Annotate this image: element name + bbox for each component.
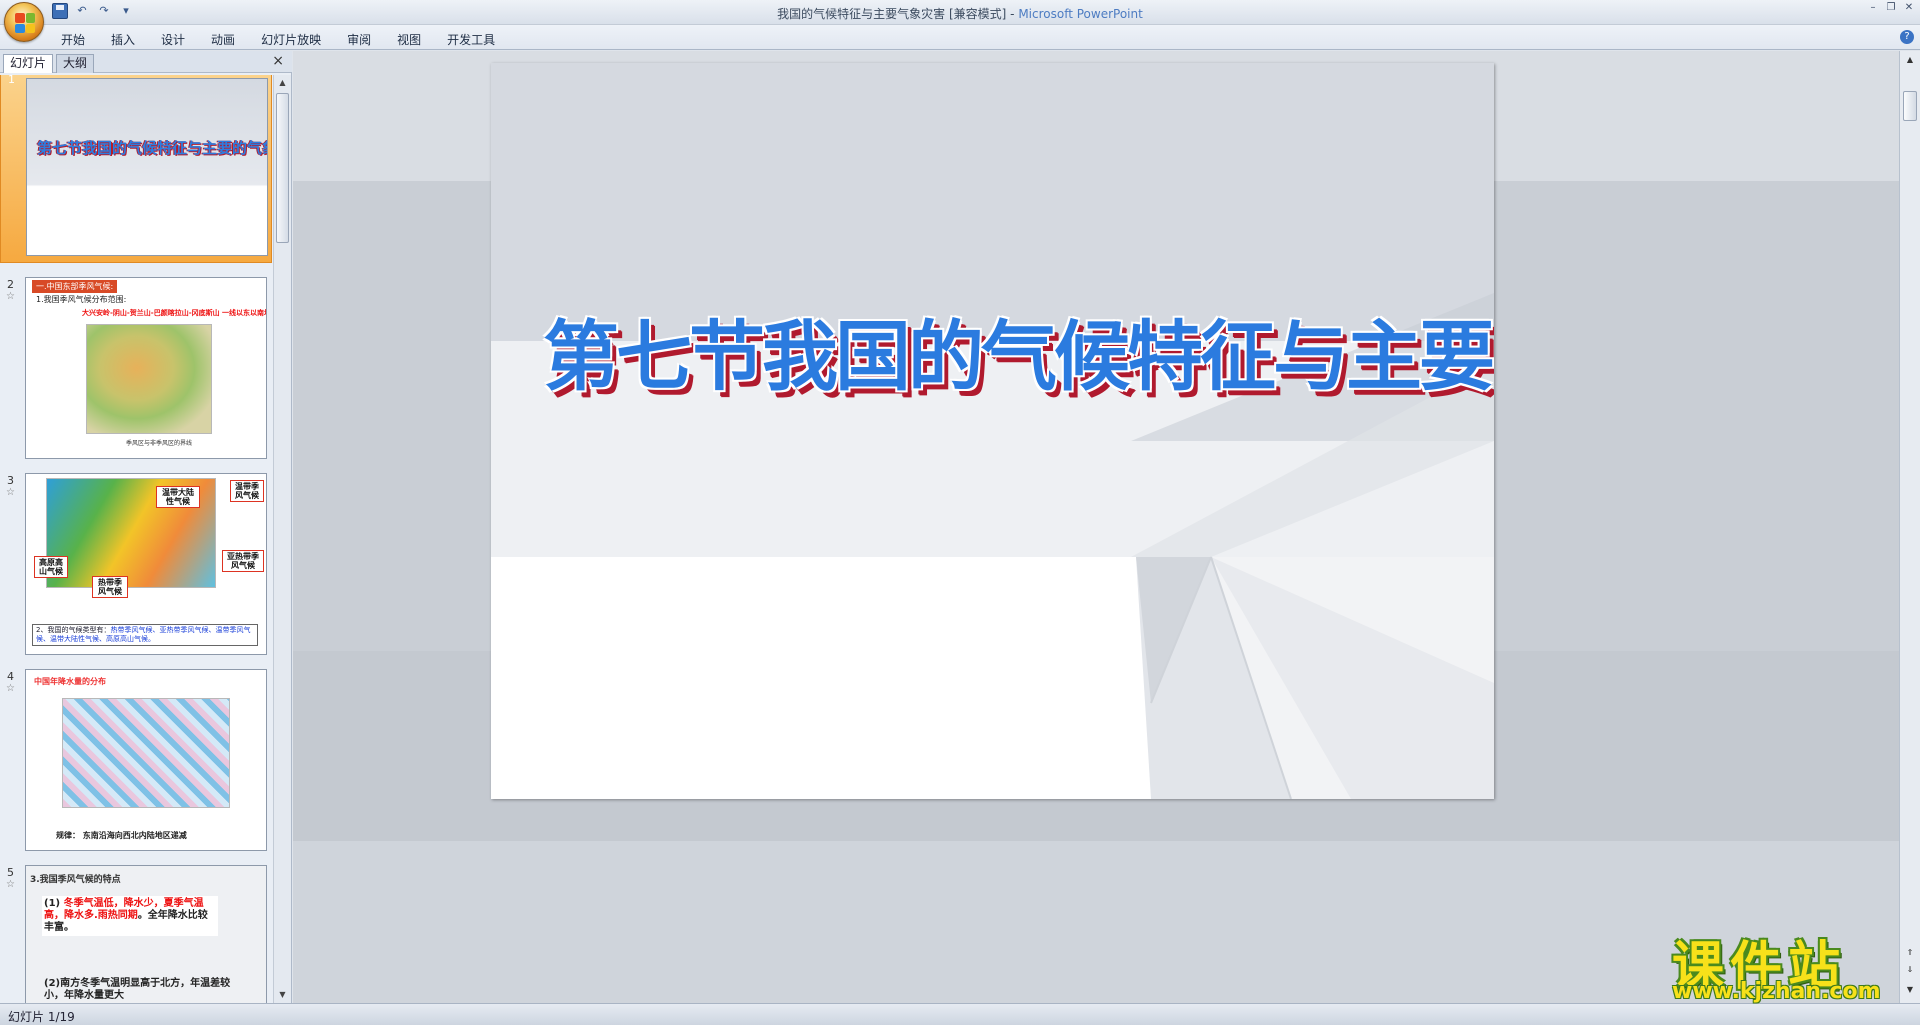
application-name: Microsoft PowerPoint <box>1018 7 1143 21</box>
map-label: 温带季风气候 <box>230 480 264 502</box>
slide-number: 4 <box>7 670 14 683</box>
map-label: 高原高山气候 <box>34 556 68 578</box>
slide-number: 2 <box>7 278 14 291</box>
tab-design[interactable]: 设计 <box>148 29 198 50</box>
watermark-logo: 课件站 www.kjzhan.com <box>1668 924 1900 1006</box>
restore-icon[interactable]: ❐ <box>1884 2 1898 14</box>
animation-star-icon: ☆ <box>6 879 15 890</box>
watermark-url: www.kjzhan.com <box>1672 979 1881 1004</box>
section-header: 一.中国东部季风气候: <box>32 280 118 293</box>
slide-number: 5 <box>7 866 14 879</box>
slide-number: 1 <box>8 75 15 86</box>
slide-background <box>27 79 267 255</box>
scrollbar-thumb[interactable] <box>276 93 289 243</box>
slide-thumbnail-1[interactable]: 1 第七节我国的气候特征与主要的气象灾害 <box>0 75 272 263</box>
text-span: 2、我国的气候类型有： <box>36 626 111 634</box>
scrollbar-thumb[interactable] <box>1903 91 1917 121</box>
previous-slide-icon[interactable]: ⇑ <box>1903 946 1917 960</box>
slide-thumbnail-2[interactable]: 2 ☆ 一.中国东部季风气候: 1.我国季风气候分布范围: 大兴安岭-阴山-贺兰… <box>0 275 272 461</box>
scroll-up-icon[interactable]: ▲ <box>1903 53 1917 67</box>
thumbnail-text: (2)南方冬季气温明显高于北方，年温差较小，年降水量更大 <box>44 978 231 1001</box>
office-logo-icon <box>15 13 35 33</box>
slides-panel: 幻灯片 大纲 × 1 第七节我国的气候特征与主要的气象灾害 2 ☆ 一.中国东部… <box>0 51 292 1003</box>
ribbon-tabs: 开始 插入 设计 动画 幻灯片放映 审阅 视图 开发工具 <box>48 29 508 50</box>
document-title: 我国的气候特征与主要气象灾害 [兼容模式] <box>777 7 1007 21</box>
scroll-down-icon[interactable]: ▼ <box>1903 983 1917 997</box>
slide-counter: 幻灯片 1/19 <box>8 1010 75 1024</box>
tab-view[interactable]: 视图 <box>384 29 434 50</box>
tab-slides[interactable]: 幻灯片 <box>3 54 54 73</box>
slide-preview: 3.我国季风气候的特点 (1) 冬季气温低，降水少，夏季气温高，降水多.雨热同期… <box>25 865 267 1003</box>
window-title: 我国的气候特征与主要气象灾害 [兼容模式] - Microsoft PowerP… <box>0 5 1920 22</box>
window-controls: – ❐ ✕ <box>1866 2 1916 14</box>
slide-preview: 一.中国东部季风气候: 1.我国季风气候分布范围: 大兴安岭-阴山-贺兰山-巴颜… <box>25 277 267 459</box>
tab-insert[interactable]: 插入 <box>98 29 148 50</box>
slide-preview: 中国年降水量的分布 规律： 东南沿海向西北内陆地区递减 <box>25 669 267 851</box>
precipitation-map-image <box>62 698 230 808</box>
ribbon: 开始 插入 设计 动画 幻灯片放映 审阅 视图 开发工具 ? <box>0 25 1920 50</box>
help-icon[interactable]: ? <box>1900 30 1914 44</box>
slide-thumbnail-4[interactable]: 4 ☆ 中国年降水量的分布 规律： 东南沿海向西北内陆地区递减 <box>0 667 272 853</box>
thumbnail-title: 中国年降水量的分布 <box>34 677 106 686</box>
thumbnail-text: 2、我国的气候类型有：热带季风气候、亚热带季风气候、温带季风气候、温带大陆性气候… <box>32 624 258 646</box>
slide-preview: 第七节我国的气候特征与主要的气象灾害 <box>26 78 268 256</box>
slide-editor: 第七节我国的气候特征与主要的气象灾害 <box>293 51 1899 1003</box>
editor-scrollbar[interactable]: ▲ ⇑ ⇓ ▼ <box>1899 51 1920 1003</box>
status-bar: 幻灯片 1/19 <box>0 1003 1920 1025</box>
thumbnail-text: 规律： 东南沿海向西北内陆地区递减 <box>56 831 187 840</box>
close-icon[interactable]: ✕ <box>1902 2 1916 14</box>
tab-animations[interactable]: 动画 <box>198 29 248 50</box>
thumbnail-title: 3.我国季风气候的特点 <box>30 875 121 885</box>
office-button[interactable] <box>4 2 44 42</box>
title-separator: - <box>1006 7 1019 21</box>
slide-thumbnail-3[interactable]: 3 ☆ 温带大陆性气候 温带季风气候 高原高山气候 亚热带季风气候 热带季风气候… <box>0 471 272 657</box>
slide-number: 3 <box>7 474 14 487</box>
title-bar: ↶ ↷ ▾ 我国的气候特征与主要气象灾害 [兼容模式] - Microsoft … <box>0 0 1920 25</box>
thumbnail-text: 大兴安岭-阴山-贺兰山-巴颜喀拉山-冈底斯山 一线以东以南地区 <box>82 309 267 317</box>
map-label: 热带季风气候 <box>92 576 128 598</box>
tab-home[interactable]: 开始 <box>48 29 98 50</box>
slide-thumbnails: 1 第七节我国的气候特征与主要的气象灾害 2 ☆ 一.中国东部季风气候: 1.我… <box>0 75 272 1003</box>
panel-tabs: 幻灯片 大纲 × <box>0 51 292 73</box>
thumbnail-text: 1.我国季风气候分布范围: <box>36 295 127 304</box>
next-slide-icon[interactable]: ⇓ <box>1903 963 1917 977</box>
slide-thumbnail-5[interactable]: 5 ☆ 3.我国季风气候的特点 (1) 冬季气温低，降水少，夏季气温高，降水多.… <box>0 863 272 1003</box>
map-label: 亚热带季风气候 <box>222 550 264 572</box>
slide-title[interactable]: 第七节我国的气候特征与主要的气象灾害 <box>543 295 1494 405</box>
minimize-icon[interactable]: – <box>1866 2 1880 14</box>
panel-scrollbar[interactable]: ▲ ▼ <box>273 75 291 1003</box>
close-panel-icon[interactable]: × <box>272 53 284 69</box>
slide-decoration-shapes <box>1131 293 1494 799</box>
scroll-up-icon[interactable]: ▲ <box>274 75 291 91</box>
china-map-image <box>86 324 212 434</box>
map-caption: 季风区与非季风区的界线 <box>126 440 193 447</box>
thumbnail-text: (1) 冬季气温低，降水少，夏季气温高，降水多.雨热同期。全年降水比较丰富。 <box>42 896 218 936</box>
current-slide[interactable]: 第七节我国的气候特征与主要的气象灾害 <box>491 63 1494 799</box>
map-label: 温带大陆性气候 <box>156 486 200 508</box>
tab-slideshow[interactable]: 幻灯片放映 <box>248 29 334 50</box>
text-span: (1) <box>44 898 61 909</box>
background-band <box>293 841 1899 1003</box>
animation-star-icon: ☆ <box>6 487 15 498</box>
thumbnail-title: 第七节我国的气候特征与主要的气象灾害 <box>37 139 267 157</box>
scroll-down-icon[interactable]: ▼ <box>274 987 291 1003</box>
tab-outline[interactable]: 大纲 <box>56 54 95 73</box>
slide-preview: 温带大陆性气候 温带季风气候 高原高山气候 亚热带季风气候 热带季风气候 2、我… <box>25 473 267 655</box>
tab-review[interactable]: 审阅 <box>334 29 384 50</box>
tab-developer[interactable]: 开发工具 <box>434 29 508 50</box>
animation-star-icon: ☆ <box>6 291 15 302</box>
animation-star-icon: ☆ <box>6 683 15 694</box>
